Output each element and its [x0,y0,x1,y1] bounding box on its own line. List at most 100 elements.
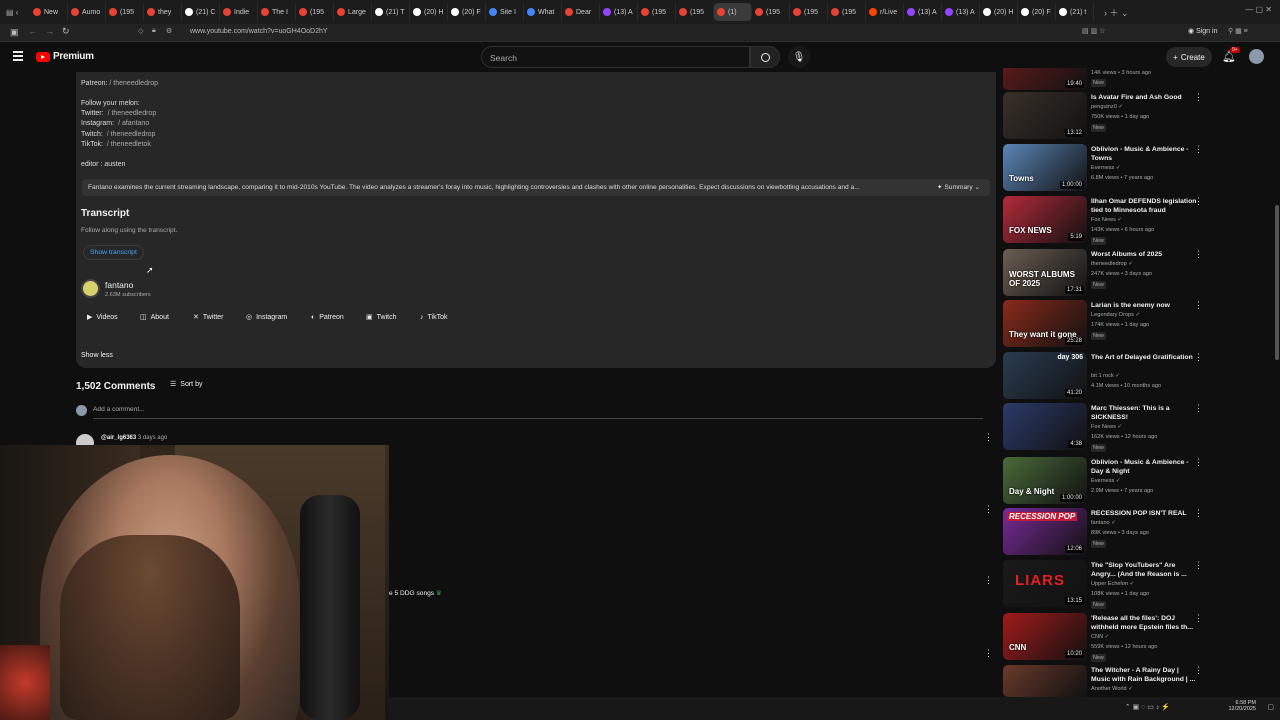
video-title[interactable]: Marc Thiessen: This is a SICKNESS! [1091,404,1197,422]
video-channel[interactable]: penguinz0 ✓ [1091,104,1123,110]
browser-tab[interactable]: (13) A [942,3,980,21]
video-channel[interactable]: Fox News ✓ [1091,424,1122,430]
back-icon[interactable]: ← [28,26,37,36]
browser-tab[interactable]: (20) F [1018,3,1056,21]
browser-tab[interactable]: (13) A [904,3,942,21]
browser-tab[interactable]: (20) F [448,3,486,21]
browser-tab[interactable]: (195 [638,3,676,21]
video-thumbnail[interactable]: day 306 41:20 [1003,352,1087,399]
browser-tab[interactable]: (195 [752,3,790,21]
clock[interactable]: 6:58 PM 12/20/2025 [1228,700,1256,712]
browser-tab[interactable]: (195 [296,3,334,21]
video-more-icon[interactable]: ⋮ [1194,560,1203,571]
recommended-video[interactable]: FOX NEWS 5:19 Ilhan Omar DEFENDS legislati… [1003,196,1209,245]
browser-tab[interactable]: Indie [220,3,258,21]
channel-link-patreon[interactable]: ◐ Patreon [311,310,344,324]
video-thumbnail[interactable]: WORST ALBUMS OF 2025 17:31 [1003,249,1087,296]
browser-tab[interactable]: Site I [486,3,524,21]
social-link[interactable]: / theneedledrop [108,110,157,117]
tab-actions-icon[interactable]: ▤ ‹ [0,8,30,17]
video-thumbnail[interactable]: Day & Night 1:00:00 [1003,457,1087,504]
video-more-icon[interactable]: ⋮ [1194,144,1203,155]
add-comment-input[interactable]: Add a comment... [93,406,983,419]
video-channel[interactable]: Everness ✓ [1091,478,1121,484]
browser-tab[interactable]: (1) [714,3,752,21]
video-title[interactable]: The "Slop YouTubers" Are Angry... (And t… [1091,561,1197,579]
browser-tab[interactable]: (195 [828,3,866,21]
youtube-logo[interactable]: Premium [36,51,94,62]
video-channel[interactable]: fantano ✓ [1091,520,1116,526]
video-channel[interactable]: Everness ✓ [1091,165,1121,171]
channel-link-twitter[interactable]: ✕ Twitter [193,310,224,324]
video-title[interactable]: The Art of Delayed Gratification [1091,353,1197,362]
recommended-video[interactable]: 13:12 Is Avatar Fire and Ash Good penguinz… [1003,92,1209,140]
video-more-icon[interactable]: ⋮ [1194,92,1203,103]
extension-icon[interactable]: ▤ ▥ ☆ [1082,27,1105,35]
video-title[interactable]: Oblivion - Music & Ambience - Day & Nigh… [1091,458,1197,476]
comment-more-icon[interactable]: ⋮ [984,648,993,659]
social-link[interactable]: / theneedletok [107,141,151,148]
search-button[interactable] [750,46,780,68]
channel-link-videos[interactable]: ▶ Videos [87,310,118,324]
sort-by-button[interactable]: ☰ Sort by [170,380,202,389]
video-thumbnail[interactable]: 19:40 [1003,68,1087,90]
video-more-icon[interactable]: ⋮ [1194,613,1203,624]
comment-more-icon[interactable]: ⋮ [984,575,993,586]
video-thumbnail[interactable]: They want it gone 25:28 [1003,300,1087,347]
video-title[interactable]: Larian is the enemy now [1091,301,1197,310]
video-thumbnail[interactable]: LIARS 13:15 [1003,560,1087,607]
browser-tab[interactable]: they [144,3,182,21]
browser-tab[interactable]: (21) T [372,3,410,21]
browser-tab[interactable]: (20) H [410,3,448,21]
browser-tab[interactable]: (195 [106,3,144,21]
recommended-video[interactable]: 19:4014K views • 3 hours agoNew⋮ [1003,68,1209,90]
address-bar[interactable]: www.youtube.com/watch?v=uoGH4OoD2hY [190,28,328,35]
channel-name[interactable]: fantano [105,280,133,290]
recommended-video[interactable]: Towns 1:00:00 Oblivion - Music & Ambience … [1003,144,1209,192]
notification-center-icon[interactable]: ▢ [1267,703,1274,711]
video-channel[interactable]: bit 1 rock ✓ [1091,373,1120,379]
recommended-video[interactable]: WORST ALBUMS OF 2025 17:31 Worst Albums of… [1003,249,1209,297]
browser-tab[interactable]: (20) H [980,3,1018,21]
video-more-icon[interactable]: ⋮ [1194,249,1203,260]
browser-tab[interactable]: Aumo [68,3,106,21]
browser-tab[interactable]: Large [334,3,372,21]
search-input[interactable]: Search [481,46,750,68]
video-title[interactable]: 'Release all the files': DOJ withheld mo… [1091,614,1197,632]
video-more-icon[interactable]: ⋮ [1194,196,1203,207]
browser-tab[interactable]: (195 [790,3,828,21]
video-more-icon[interactable]: ⋮ [1194,352,1203,363]
browser-tab[interactable]: New [30,3,68,21]
recommended-video[interactable]: day 306 41:20 The Art of Delayed Gratifica… [1003,352,1209,400]
browser-tab[interactable]: What [524,3,562,21]
video-more-icon[interactable]: ⋮ [1194,457,1203,468]
recommended-video[interactable]: 4:38 Marc Thiessen: This is a SICKNESS! Fo… [1003,403,1209,452]
video-thumbnail[interactable]: 4:38 [1003,403,1087,450]
video-title[interactable]: Ilhan Omar DEFENDS legislation tied to M… [1091,197,1197,215]
summary-button[interactable]: ✦ Summary ⌄ [937,183,980,191]
browser-tab[interactable]: (21) C [182,3,220,21]
browser-tab[interactable]: r/Live [866,3,904,21]
show-transcript-button[interactable]: Show transcript [83,245,144,260]
browser-tab[interactable]: Dear [562,3,600,21]
comment-more-icon[interactable]: ⋮ [984,432,993,443]
voice-search-button[interactable]: 🎙︎ [788,46,810,68]
video-title[interactable]: The Witcher - A Rainy Day | Music with R… [1091,666,1197,684]
new-tab-icon[interactable]: › ＋ ⌄ [1094,6,1139,19]
channel-link-twitch[interactable]: ▣ Twitch [366,310,396,324]
video-more-icon[interactable]: ⋮ [1194,508,1203,519]
page-scrollbar[interactable] [1275,205,1279,360]
social-link[interactable]: / afantano [118,120,149,127]
recommended-video[interactable]: RECESSION POP 12:06 RECESSION POP ISN'T RE… [1003,508,1209,556]
window-controls[interactable]: — ▢ ✕ [1239,5,1272,14]
site-info-icon[interactable]: ⚙ [166,27,172,35]
video-channel[interactable]: Another World ✓ [1091,686,1133,692]
channel-link-instagram[interactable]: ◎ Instagram [246,310,287,324]
comment-more-icon[interactable]: ⋮ [984,504,993,515]
menu-icon[interactable]: ⚲ ▦ ≡ [1228,27,1248,35]
forward-icon[interactable]: → [45,26,54,36]
channel-link-about[interactable]: ◫ About [140,310,169,324]
video-thumbnail[interactable]: Towns 1:00:00 [1003,144,1087,191]
patreon-link[interactable]: / theneedledrop [109,80,158,87]
video-more-icon[interactable]: ⋮ [1194,665,1203,676]
